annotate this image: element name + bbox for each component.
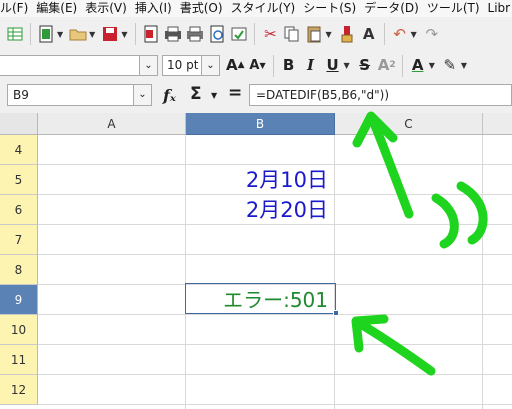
superscript-icon[interactable]: A2	[378, 55, 396, 77]
toolbar-separator	[135, 23, 137, 45]
italic-icon[interactable]: I	[302, 55, 320, 77]
chevron-down-icon[interactable]: ⌄	[133, 85, 151, 105]
print-icon[interactable]	[164, 23, 182, 45]
cut-icon[interactable]: ✂	[261, 23, 279, 45]
column-header-c[interactable]: C	[335, 113, 483, 135]
paste-dropdown-icon[interactable]: ▼	[325, 30, 331, 39]
save-icon[interactable]	[101, 23, 119, 45]
formula-input[interactable]: =DATEDIF(B5,B6,"d"))	[249, 84, 512, 106]
row-header[interactable]: 8	[0, 255, 38, 285]
font-name-combo[interactable]: ⌄	[0, 55, 158, 76]
font-size-combo[interactable]: 10 pt ⌄	[162, 55, 220, 76]
row-header[interactable]: 6	[0, 195, 38, 225]
column-header-a[interactable]: A	[38, 113, 186, 135]
toolbar-separator	[30, 23, 31, 45]
grid-line	[38, 254, 512, 255]
formula-icon[interactable]: =	[228, 83, 242, 103]
menu-format[interactable]: 書式(O)	[178, 0, 229, 17]
cell-b5[interactable]: 2月10日	[186, 165, 334, 195]
spreadsheet-grid[interactable]: A B C 4 5 6 7 8 9 10 11 12 2月10日 2月20日 エ…	[0, 113, 512, 409]
row-header[interactable]: 4	[0, 135, 38, 165]
print-preview-icon[interactable]	[208, 23, 226, 45]
underline-dropdown-icon[interactable]: ▼	[344, 61, 350, 70]
spreadsheet-icon[interactable]	[6, 23, 24, 45]
sum-icon[interactable]: Σ	[190, 84, 202, 104]
menu-edit[interactable]: 編集(E)	[34, 0, 83, 17]
row-header[interactable]: 5	[0, 165, 38, 195]
cell-b9[interactable]: エラー:501	[186, 285, 334, 315]
highlight-icon[interactable]: ✎	[441, 55, 459, 77]
grid-line	[38, 344, 512, 345]
toolbar-separator	[254, 23, 256, 45]
menu-styles[interactable]: スタイル(Y)	[229, 0, 302, 17]
name-box[interactable]: B9 ⌄	[7, 84, 152, 106]
row-header[interactable]: 11	[0, 345, 38, 375]
export-pdf-icon[interactable]	[142, 23, 160, 45]
grid-line	[38, 404, 512, 405]
undo-dropdown-icon[interactable]: ▼	[411, 30, 417, 39]
menu-sheet[interactable]: シート(S)	[301, 0, 362, 17]
menu-view[interactable]: 表示(V)	[83, 0, 133, 17]
clone-formatting-icon[interactable]	[338, 23, 356, 45]
standard-toolbar: ▼ ▼ ▼ ✂ ▼ A ↶ ▼ ↷	[0, 18, 512, 50]
row-header[interactable]: 7	[0, 225, 38, 255]
undo-icon[interactable]: ↶	[391, 23, 409, 45]
select-all-corner[interactable]	[0, 113, 38, 135]
row-header[interactable]: 9	[0, 285, 38, 315]
font-color-dropdown-icon[interactable]: ▼	[429, 61, 435, 70]
clear-formatting-icon[interactable]: A	[360, 23, 378, 45]
paste-icon[interactable]	[305, 23, 323, 45]
name-box-value: B9	[13, 88, 29, 102]
redo-icon[interactable]: ↷	[423, 23, 441, 45]
formula-bar: B9 ⌄ fₓ Σ ▼ = =DATEDIF(B5,B6,"d"))	[0, 82, 512, 110]
grid-line	[334, 135, 335, 409]
font-color-icon[interactable]: A	[409, 55, 427, 77]
sum-dropdown-icon[interactable]: ▼	[211, 91, 217, 100]
menu-file[interactable]: ル(F)	[0, 0, 34, 17]
menu-insert[interactable]: 挿入(I)	[133, 0, 178, 17]
menu-more[interactable]: Libr	[486, 0, 512, 17]
menu-data[interactable]: データ(D)	[362, 0, 425, 17]
toolbar-separator	[383, 23, 385, 45]
chevron-down-icon[interactable]: ⌄	[139, 56, 157, 75]
column-header-d[interactable]	[483, 113, 512, 135]
grid-line	[38, 374, 512, 375]
fill-handle[interactable]	[333, 310, 339, 316]
print-direct-icon[interactable]	[186, 23, 204, 45]
new-document-icon[interactable]	[37, 23, 55, 45]
toolbar-separator	[401, 54, 403, 77]
chevron-down-icon[interactable]: ⌄	[201, 56, 219, 75]
spelling-icon[interactable]	[230, 23, 248, 45]
menu-tools[interactable]: ツール(T)	[425, 0, 486, 17]
column-header-b[interactable]: B	[186, 113, 335, 135]
menu-bar: ル(F) 編集(E) 表示(V) 挿入(I) 書式(O) スタイル(Y) シート…	[0, 0, 512, 17]
save-dropdown-icon[interactable]: ▼	[121, 30, 127, 39]
strikethrough-icon[interactable]: S	[356, 55, 374, 77]
underline-icon[interactable]: U	[324, 55, 342, 77]
grid-line	[482, 135, 483, 409]
increase-font-icon[interactable]: A ▲	[226, 55, 245, 77]
toolbar-separator	[272, 54, 274, 77]
font-size-value: 10 pt	[167, 58, 199, 72]
bold-icon[interactable]: B	[280, 55, 298, 77]
row-header[interactable]: 12	[0, 375, 38, 405]
cell-b6[interactable]: 2月20日	[186, 195, 334, 225]
formatting-toolbar: ⌄ 10 pt ⌄ A ▲ A ▼ B I U ▼ S A2 A ▼ ✎ ▼	[0, 52, 512, 79]
copy-icon[interactable]	[283, 23, 301, 45]
highlight-dropdown-icon[interactable]: ▼	[461, 61, 467, 70]
row-header[interactable]: 10	[0, 315, 38, 345]
new-dropdown-icon[interactable]: ▼	[57, 30, 63, 39]
decrease-font-icon[interactable]: A ▼	[249, 55, 267, 77]
open-folder-icon[interactable]	[69, 23, 87, 45]
open-dropdown-icon[interactable]: ▼	[89, 30, 95, 39]
function-wizard-icon[interactable]: fₓ	[163, 86, 176, 105]
